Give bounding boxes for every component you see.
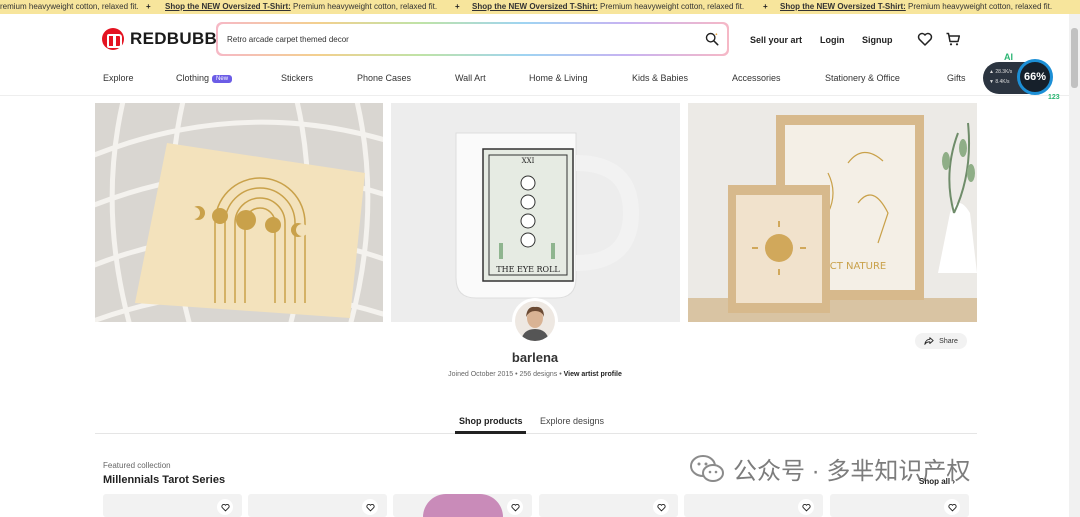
scrollbar-track[interactable] xyxy=(1069,14,1080,517)
promo-text: remium heavyweight cotton, relaxed fit. xyxy=(0,2,139,11)
site-header: REDBUBBLE Sell your art Login Signup Exp… xyxy=(0,14,1080,96)
nav-item-home-living[interactable]: Home & Living xyxy=(529,73,588,83)
product-card[interactable] xyxy=(103,494,242,517)
download-speed: ▼ 8.4K/s xyxy=(989,79,1010,85)
sell-your-art-link[interactable]: Sell your art xyxy=(750,35,802,45)
product-card[interactable] xyxy=(393,494,532,517)
favorite-heart-icon[interactable] xyxy=(798,499,814,515)
favorite-heart-icon[interactable] xyxy=(653,499,669,515)
joined-date: Joined October 2015 xyxy=(448,371,514,378)
promo-separator-icon: + xyxy=(763,2,768,11)
ai-label: AI xyxy=(1004,52,1013,62)
redbubble-logo-icon xyxy=(102,28,124,50)
favorite-heart-icon[interactable] xyxy=(507,499,523,515)
promo-separator-icon: + xyxy=(455,2,460,11)
tabs-divider xyxy=(95,433,977,434)
view-artist-profile-link[interactable]: View artist profile xyxy=(564,371,622,378)
nav-item-kids-babies[interactable]: Kids & Babies xyxy=(632,73,688,83)
print-text: CT NATURE xyxy=(830,261,887,272)
cart-icon[interactable] xyxy=(945,31,961,47)
share-button[interactable]: Share xyxy=(915,333,967,349)
product-card[interactable] xyxy=(684,494,823,517)
favorite-heart-icon[interactable] xyxy=(217,499,233,515)
product-card[interactable] xyxy=(830,494,969,517)
avatar[interactable] xyxy=(512,298,558,344)
favorite-heart-icon[interactable] xyxy=(944,499,960,515)
nav-item-accessories[interactable]: Accessories xyxy=(732,73,781,83)
watermark-text: 公众号 · 多芈知识产权 xyxy=(733,458,971,485)
artist-name: barlena xyxy=(511,350,559,365)
new-badge: New xyxy=(212,75,233,83)
share-icon xyxy=(924,337,934,345)
upload-speed: ▲ 28.3K/s xyxy=(989,69,1013,75)
favorite-heart-icon[interactable] xyxy=(362,499,378,515)
mug-card-caption: THE EYE ROLL xyxy=(496,265,560,274)
category-nav: Explore Clothing New Stickers Phone Cases… xyxy=(0,73,1080,87)
nav-item-explore[interactable]: Explore xyxy=(103,73,134,83)
nav-item-wall-art[interactable]: Wall Art xyxy=(455,73,486,83)
shirt-preview xyxy=(423,494,503,517)
side-number: 123 xyxy=(1048,94,1060,101)
promo-link[interactable]: Shop the NEW Oversized T-Shirt: xyxy=(472,2,598,11)
design-count: 256 designs xyxy=(519,371,558,378)
promo-text[interactable]: Shop the NEW Oversized T-Shirt: Premium … xyxy=(780,0,1052,14)
tab-explore-designs[interactable]: Explore designs xyxy=(540,416,604,426)
share-label: Share xyxy=(939,337,958,345)
mug-card-title: XXI xyxy=(522,157,535,165)
promo-link[interactable]: Shop the NEW Oversized T-Shirt: xyxy=(780,2,906,11)
search-bar xyxy=(216,22,729,56)
avatar-portrait xyxy=(515,301,555,341)
artist-meta: Joined October 2015 • 256 designs • View… xyxy=(0,371,1070,378)
nav-item-gifts[interactable]: Gifts xyxy=(947,73,966,83)
hero-image-prints[interactable]: CT NATURE xyxy=(688,103,977,322)
watermark: 公众号 · 多芈知识产权 xyxy=(689,451,970,486)
search-input[interactable] xyxy=(227,24,687,54)
promo-link[interactable]: Shop the NEW Oversized T-Shirt: xyxy=(165,2,291,11)
tab-shop-products[interactable]: Shop products xyxy=(459,416,523,426)
heart-icon[interactable] xyxy=(917,31,933,47)
nav-item-stationery-office[interactable]: Stationery & Office xyxy=(825,73,900,83)
promo-text[interactable]: Shop the NEW Oversized T-Shirt: Premium … xyxy=(472,0,744,14)
nav-item-clothing[interactable]: Clothing New xyxy=(176,73,233,83)
hero-image-mug[interactable]: XXI THE EYE ROLL xyxy=(391,103,680,322)
search-icon[interactable] xyxy=(705,32,719,46)
signup-link[interactable]: Signup xyxy=(862,35,893,45)
nav-item-phone-cases[interactable]: Phone Cases xyxy=(357,73,411,83)
hero-image-pillow[interactable] xyxy=(95,103,383,322)
active-tab-indicator xyxy=(455,431,526,434)
product-card[interactable] xyxy=(539,494,678,517)
promo-separator-icon: + xyxy=(146,2,151,11)
login-link[interactable]: Login xyxy=(820,35,845,45)
usage-percent-ring[interactable]: 66% xyxy=(1017,59,1053,95)
scrollbar-thumb[interactable] xyxy=(1071,28,1078,88)
nav-item-stickers[interactable]: Stickers xyxy=(281,73,313,83)
promo-banner: remium heavyweight cotton, relaxed fit. … xyxy=(0,0,1080,14)
product-card[interactable] xyxy=(248,494,387,517)
featured-title: Millennials Tarot Series xyxy=(103,474,226,486)
promo-text[interactable]: Shop the NEW Oversized T-Shirt: Premium … xyxy=(165,0,437,14)
wechat-icon xyxy=(690,454,724,482)
featured-label: Featured collection xyxy=(103,461,171,470)
